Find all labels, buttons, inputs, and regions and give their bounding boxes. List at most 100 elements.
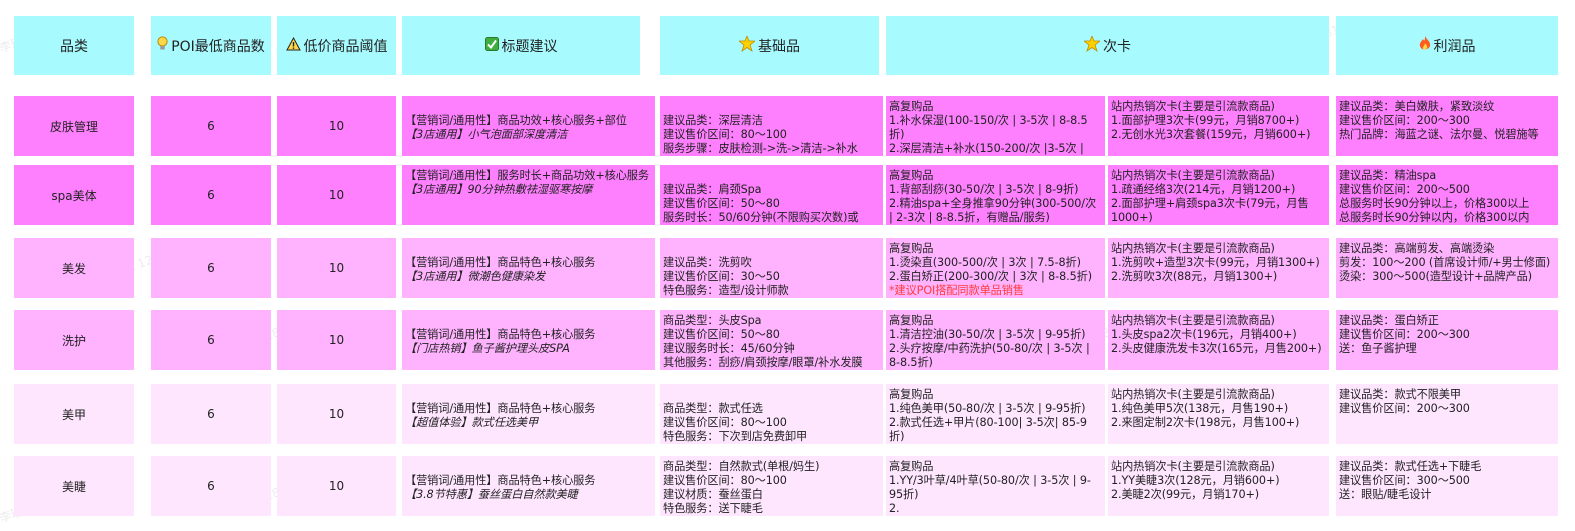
profit-line: 总服务时长90分钟以内，价格300以内 — [1339, 211, 1530, 224]
card-repurchase-item: 1.清洁控油(30-50/次 | 3-5次 | 9-95折) — [889, 328, 1086, 341]
profit-line: 建议售价区间：200～300 — [1339, 114, 1470, 127]
card-repurchase-item: 1.烫染直(300-500/次 | 3次 | 7.5-8折) — [889, 256, 1081, 269]
title-example: 【3店通用】90分钟热敷祛湿驱寒按摩 — [405, 183, 593, 196]
card-repurchase-note: *建议POI搭配同款单品销售 — [889, 284, 1024, 297]
card-hot-heading: 站内热销次卡(主要是引流款商品) — [1111, 242, 1275, 255]
sparkle-icon — [737, 34, 757, 56]
card-repurchase-item: 2. — [889, 502, 900, 515]
profit-line: 建议品类：美白嫩肤，紧致淡纹 — [1339, 100, 1495, 113]
header-low-threshold-label: 低价商品阈值 — [303, 38, 388, 55]
header-profit-label: 利润品 — [1433, 38, 1476, 55]
card-repurchase-item: 1.纯色美甲(50-80/次 | 3-5次 | 9-95折) — [889, 402, 1086, 415]
header-poi-min: POI最低商品数 — [151, 16, 271, 75]
category-cell: 洗护 — [14, 310, 134, 370]
card-hot-cell: 站内热销次卡(主要是引流款商品) 1.面部护理3次卡(99元，月销8700+) 2.… — [1108, 96, 1329, 156]
profit-line: 建议品类：蛋白矫正 — [1339, 314, 1439, 327]
card-repurchase-cell: 高复购品 1.纯色美甲(50-80/次 | 3-5次 | 9-95折) 2.款式任选… — [886, 384, 1105, 444]
header-category-label: 品类 — [60, 38, 88, 55]
card-repurchase-cell: 高复购品 1.清洁控油(30-50/次 | 3-5次 | 9-95折) 2.头疗按摩… — [886, 310, 1105, 370]
title-suggest-cell: 【营销词/通用性】商品特色+核心服务 【3.8节特惠】蚕丝蛋白自然款美睫 — [402, 456, 655, 516]
header-poi-min-label: POI最低商品数 — [171, 38, 265, 55]
card-hot-item: 2.无创水光3次套餐(159元，月销600+) — [1111, 128, 1311, 141]
poi-min-cell: 6 — [151, 96, 271, 156]
header-card-label: 次卡 — [1103, 38, 1131, 55]
profit-cell: 建议品类：蛋白矫正 建议售价区间：200～300 送：鱼子酱护理 — [1336, 310, 1558, 370]
category-cell: 美甲 — [14, 384, 134, 444]
profit-line: 建议售价区间：200～500 — [1339, 183, 1470, 196]
poi-min-value: 6 — [207, 261, 215, 275]
card-repurchase-heading: 高复购品 — [889, 460, 934, 473]
threshold-cell: 10 — [277, 165, 396, 225]
card-repurchase-item: 1.补水保湿(100-150/次 | 3-5次 | 8-8.5折) — [889, 114, 1088, 141]
card-repurchase-heading: 高复购品 — [889, 388, 934, 401]
card-hot-item: 2.美睫2次(99元，月销170+) — [1111, 488, 1259, 501]
card-hot-item: 2.面部护理+肩颈spa3次卡(79元，月售1000+) — [1111, 197, 1309, 224]
card-repurchase-heading: 高复购品 — [889, 242, 934, 255]
lightbulb-icon — [157, 36, 168, 55]
threshold-cell: 10 — [277, 310, 396, 370]
basic-line: 商品类型：自然款式(单根/妈生) — [663, 460, 820, 473]
card-repurchase-item: 2.款式任选+甲片(80-100| 3-5次| 85-9折) — [889, 416, 1087, 443]
card-repurchase-item: 1.YY/3叶草/4叶草(50-80/次 | 3-5次 | 9-95折) — [889, 474, 1091, 501]
basic-line: 商品类型：头皮Spa — [663, 314, 762, 327]
basic-line: 特色服务：送下睫毛 — [663, 502, 763, 515]
poi-min-cell: 6 — [151, 165, 271, 225]
title-suggest-cell: 【营销词/通用性】商品特色+核心服务 【门店热销】鱼子酱护理头皮SPA — [402, 310, 655, 370]
card-hot-item: 1.疏通经络3次(214元，月销1200+) — [1111, 183, 1296, 196]
basic-line: 建议品类：深层清洁 — [663, 114, 763, 127]
category-name: 美睫 — [61, 479, 86, 494]
category-name: 美甲 — [61, 407, 86, 422]
header-title-suggest: 标题建议 — [402, 16, 640, 75]
profit-line: 热门品牌：海蓝之谜、法尔曼、悦碧施等 — [1339, 128, 1539, 141]
basic-line: 建议售价区间：30～50 — [663, 270, 780, 283]
threshold-value: 10 — [328, 479, 345, 493]
card-repurchase-cell: 高复购品 1.背部刮痧(30-50/次 | 3-5次 | 8-9折) 2.精油spa… — [886, 165, 1105, 225]
basic-cell: 建议品类：深层清洁 建议售价区间：80～100 服务步骤：皮肤检测->洗->清洁->… — [660, 96, 883, 156]
threshold-cell: 10 — [277, 384, 396, 444]
card-hot-item: 1.面部护理3次卡(99元，月销8700+) — [1111, 114, 1300, 127]
basic-cell: 商品类型：款式任选 建议售价区间：80～100 特色服务：下次到店免费卸甲 — [660, 384, 883, 444]
title-example: 【3店通用】微潮色健康染发 — [405, 270, 546, 283]
poi-min-cell: 6 — [151, 238, 271, 298]
card-hot-heading: 站内热销次卡(主要是引流款商品) — [1111, 100, 1275, 113]
poi-min-value: 6 — [207, 333, 215, 347]
threshold-cell: 10 — [277, 456, 396, 516]
category-cell: spa美体 — [14, 165, 134, 225]
profit-line: 总服务时长90分钟以上，价格300以上 — [1339, 197, 1530, 210]
card-repurchase-item: 1.背部刮痧(30-50/次 | 3-5次 | 8-9折) — [889, 183, 1079, 196]
header-category: 品类 — [14, 16, 134, 75]
poi-min-value: 6 — [207, 407, 215, 421]
title-suggest-cell: 【营销词/通用性】商品特色+核心服务 【超值体验】款式任选美甲 — [402, 384, 655, 444]
card-hot-cell: 站内热销次卡(主要是引流款商品) 1.疏通经络3次(214元，月销1200+) 2.… — [1108, 165, 1329, 225]
category-name: 洗护 — [61, 333, 86, 348]
card-repurchase-item: 2.蛋白矫正(200-300/次 | 3次 | 8-8.5折) — [889, 270, 1092, 283]
profit-cell: 建议品类：精油spa 建议售价区间：200～500 总服务时长90分钟以上，价格30… — [1336, 165, 1558, 225]
header-low-threshold: 低价商品阈值 — [277, 16, 396, 75]
category-name: 美发 — [61, 261, 86, 276]
basic-cell: 建议品类：肩颈Spa 建议售价区间：50～80 服务时长：50/60分钟(不限购买次… — [660, 165, 883, 225]
card-repurchase-item: 2.精油spa+全身推拿90分钟(300-500/次 | 2-3次 | 8-8.… — [889, 197, 1097, 224]
card-repurchase-heading: 高复购品 — [889, 314, 934, 327]
basic-line: 建议售价区间：80～100 — [663, 474, 787, 487]
fire-icon — [1419, 36, 1431, 55]
card-repurchase-heading: 高复购品 — [889, 169, 934, 182]
category-name: spa美体 — [51, 188, 97, 203]
title-suggest-cell: 【营销词/通用性】商品特色+核心服务 【3店通用】微潮色健康染发 — [402, 238, 655, 298]
basic-line: 建议售价区间：50～80 — [663, 328, 780, 341]
threshold-value: 10 — [328, 407, 345, 421]
title-formula: 【营销词/通用性】商品特色+核心服务 — [405, 328, 596, 341]
card-repurchase-item: 2.深层清洁+补水(150-200/次 |3-5次 | 7.5-8.5折) — [889, 142, 1084, 155]
card-hot-item: 2.头皮健康洗发卡3次(165元，月售200+) — [1111, 342, 1322, 355]
basic-line: 建议品类：洗剪吹 — [663, 256, 752, 269]
basic-line: 建议品类：肩颈Spa — [663, 183, 762, 196]
header-title-suggest-label: 标题建议 — [501, 38, 558, 55]
profit-cell: 建议品类：款式任选+下睫毛 建议售价区间：300～500 送：眼贴/睫毛设计 — [1336, 456, 1558, 516]
header-basic: 基础品 — [660, 16, 879, 75]
card-hot-heading: 站内热销次卡(主要是引流款商品) — [1111, 314, 1275, 327]
card-hot-heading: 站内热销次卡(主要是引流款商品) — [1111, 460, 1275, 473]
basic-line: 其他服务：刮痧/肩颈按摩/眼罩/补水发膜 — [663, 356, 863, 369]
title-example: 【超值体验】款式任选美甲 — [405, 416, 539, 429]
profit-cell: 建议品类：美白嫩肤，紧致淡纹 建议售价区间：200～300 热门品牌：海蓝之谜、法尔… — [1336, 96, 1558, 156]
